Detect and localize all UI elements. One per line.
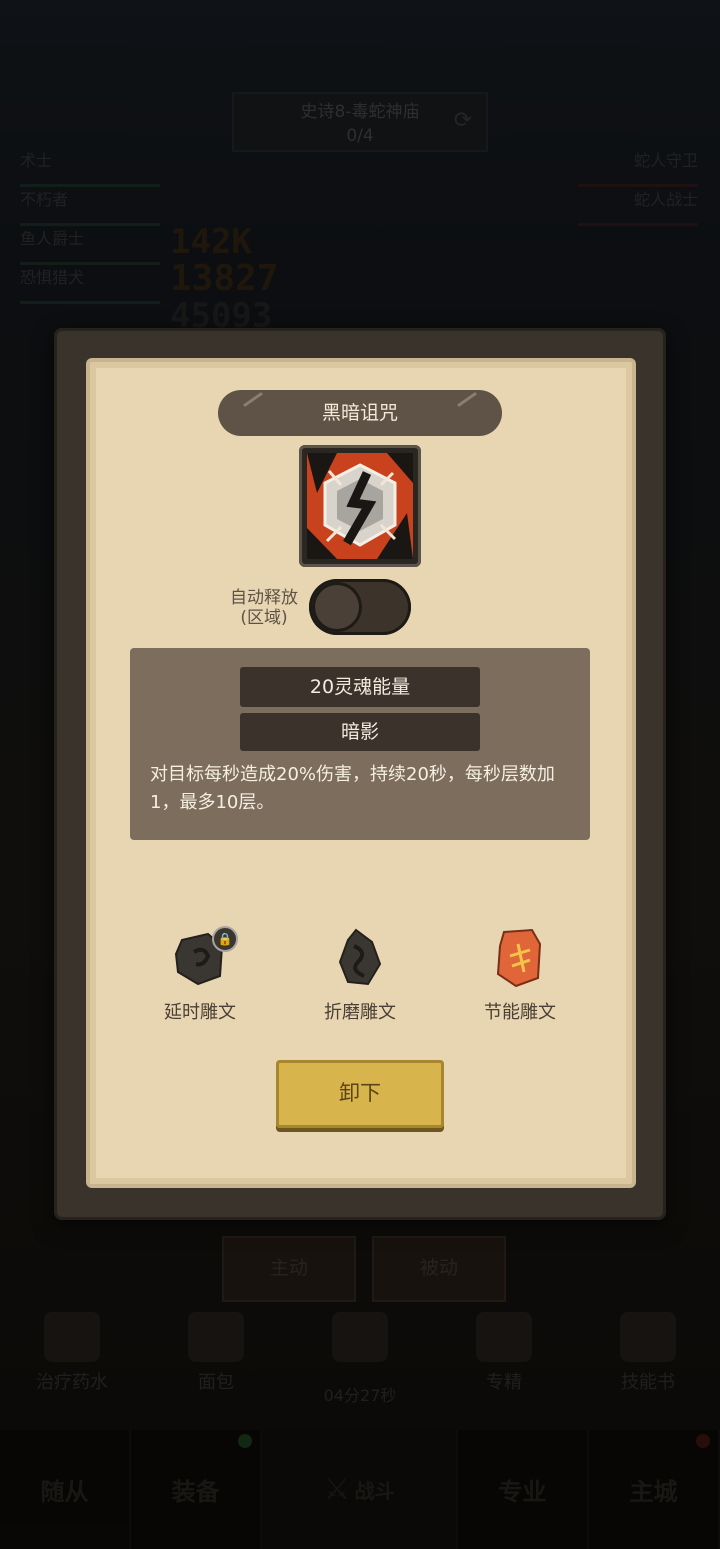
rune-label: 延时雕文 — [164, 1002, 236, 1023]
auto-cast-label: 自动释放 (区域) — [230, 588, 298, 628]
skill-title-banner: 黑暗诅咒 — [218, 390, 502, 436]
rune-stone-icon — [328, 926, 392, 990]
skill-element: 暗影 — [240, 713, 480, 751]
rune-stone-orange-icon — [488, 926, 552, 990]
skill-description-box: 20灵魂能量 暗影 对目标每秒造成20%伤害，持续20秒，每秒层数加1，最多10… — [130, 648, 590, 840]
dark-curse-skill-icon — [299, 445, 421, 567]
skill-cost: 20灵魂能量 — [240, 667, 480, 707]
unload-button[interactable]: 卸下 — [276, 1060, 444, 1128]
lock-icon: 🔒 — [212, 926, 238, 952]
skill-description: 对目标每秒造成20%伤害，持续20秒，每秒层数加1，最多10层。 — [150, 764, 555, 813]
auto-cast-toggle[interactable] — [309, 579, 411, 635]
toggle-knob — [312, 582, 362, 632]
skill-title: 黑暗诅咒 — [321, 402, 398, 424]
rune-stone-locked-icon: 🔒 — [168, 926, 238, 990]
rune-delay[interactable]: 🔒 延时雕文 — [150, 926, 250, 1024]
rune-label: 节能雕文 — [484, 1002, 556, 1023]
rune-label: 折磨雕文 — [324, 1002, 396, 1023]
rune-energy-saving[interactable]: 节能雕文 — [470, 926, 570, 1024]
rune-torment[interactable]: 折磨雕文 — [310, 926, 410, 1024]
